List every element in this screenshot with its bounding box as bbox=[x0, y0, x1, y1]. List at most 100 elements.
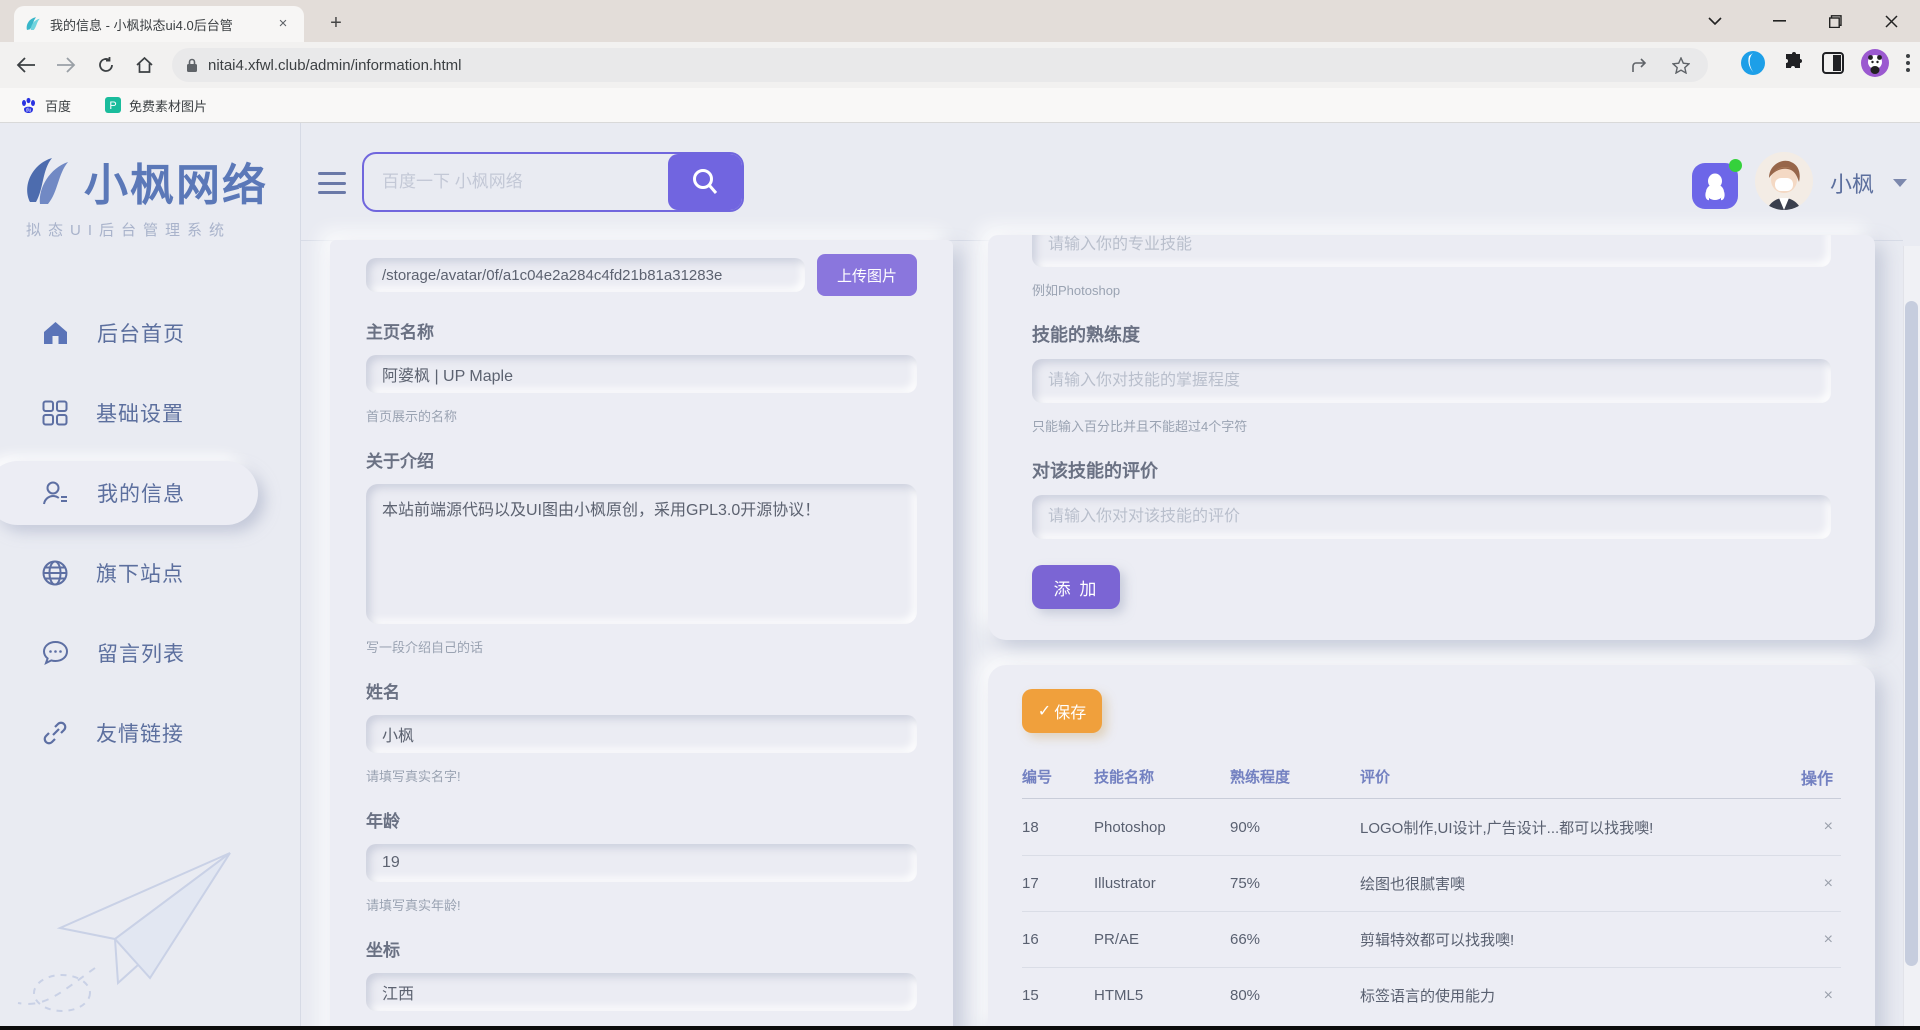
field-help: 请填写真实名字! bbox=[366, 766, 917, 785]
field-help: 首页展示的名称 bbox=[366, 406, 917, 425]
notification-button[interactable] bbox=[1692, 163, 1738, 209]
bookmarks-bar: du 百度 P 免费素材图片 bbox=[0, 88, 1920, 123]
extension-blue-icon[interactable] bbox=[1740, 50, 1766, 76]
about-textarea[interactable]: 本站前端源代码以及UI图由小枫原创，采用GPL3.0开源协议！ bbox=[366, 484, 917, 624]
table-row: 17 Illustrator 75% 绘图也很腻害噢 × bbox=[1022, 855, 1841, 911]
profile-avatar-icon[interactable] bbox=[1861, 49, 1889, 77]
table-header-row: 编号 技能名称 熟练程度 评价 操作 bbox=[1022, 755, 1841, 799]
field-label-location: 坐标 bbox=[366, 936, 917, 961]
field-help: 例如Photoshop bbox=[1032, 280, 1831, 299]
back-button[interactable] bbox=[10, 49, 42, 81]
share-icon[interactable] bbox=[1631, 57, 1650, 74]
logo-leaf-icon bbox=[16, 150, 78, 212]
window-close-button[interactable] bbox=[1868, 0, 1914, 42]
avatar-path-input[interactable] bbox=[366, 258, 805, 292]
browser-tab[interactable]: 我的信息 - 小枫拟态ui4.0后台管 × bbox=[14, 6, 304, 42]
tab-close-icon[interactable]: × bbox=[274, 15, 292, 33]
skill-name-input[interactable] bbox=[1032, 235, 1831, 267]
reader-panel-icon[interactable] bbox=[1822, 52, 1844, 74]
sidebar-item-settings[interactable]: 基础设置 bbox=[0, 373, 300, 453]
caret-down-icon[interactable] bbox=[1893, 179, 1907, 187]
user-icon bbox=[42, 480, 69, 506]
url-text: nitai4.xfwl.club/admin/information.html bbox=[208, 57, 1631, 74]
bookmark-star-icon[interactable] bbox=[1672, 57, 1690, 74]
field-help: 只能输入百分比并且不能超过4个字符 bbox=[1032, 416, 1831, 435]
comment-icon bbox=[42, 640, 69, 666]
home-icon bbox=[42, 320, 69, 346]
upload-image-button[interactable]: 上传图片 bbox=[817, 254, 917, 296]
delete-row-button[interactable]: × bbox=[1771, 875, 1841, 893]
browser-toolbar: nitai4.xfwl.club/admin/information.html bbox=[0, 42, 1920, 88]
field-label-age: 年龄 bbox=[366, 807, 917, 832]
logo-title: 小枫网络 bbox=[84, 149, 268, 213]
skills-table: 编号 技能名称 熟练程度 评价 操作 18 Photoshop 90% LOGO… bbox=[1022, 755, 1841, 1023]
grid-icon bbox=[42, 400, 68, 426]
forward-button[interactable] bbox=[50, 49, 82, 81]
sidebar-divider bbox=[300, 123, 301, 1030]
app-logo[interactable]: 小枫网络 bbox=[16, 149, 268, 213]
browser-menu-dots-icon[interactable] bbox=[1906, 54, 1910, 72]
homepage-name-input[interactable] bbox=[366, 355, 917, 393]
notification-dot bbox=[1729, 159, 1742, 172]
url-bar[interactable]: nitai4.xfwl.club/admin/information.html bbox=[172, 48, 1708, 82]
user-name[interactable]: 小枫 bbox=[1830, 167, 1874, 199]
user-avatar[interactable] bbox=[1755, 152, 1813, 210]
table-row: 16 PR/AE 66% 剪辑特效都可以找我噢! × bbox=[1022, 911, 1841, 967]
add-skill-button[interactable]: 添 加 bbox=[1032, 565, 1120, 609]
search-box bbox=[362, 152, 744, 212]
field-label-skill-comment: 对该技能的评价 bbox=[1032, 457, 1831, 483]
delete-row-button[interactable]: × bbox=[1771, 987, 1841, 1005]
reload-button[interactable] bbox=[90, 49, 122, 81]
bookmark-material[interactable]: P 免费素材图片 bbox=[105, 96, 207, 115]
skill-comment-input[interactable] bbox=[1032, 495, 1831, 539]
window-chevron-button[interactable] bbox=[1692, 0, 1738, 42]
new-tab-button[interactable]: + bbox=[322, 10, 350, 38]
globe-icon bbox=[42, 560, 68, 586]
field-label-homepage-name: 主页名称 bbox=[366, 318, 917, 343]
window-maximize-button[interactable] bbox=[1812, 0, 1858, 42]
sidebar-item-messages[interactable]: 留言列表 bbox=[0, 613, 300, 693]
qq-penguin-icon bbox=[1702, 171, 1728, 201]
sidebar-item-dashboard[interactable]: 后台首页 bbox=[0, 293, 300, 373]
home-button[interactable] bbox=[128, 49, 160, 81]
field-help: 写一段介绍自己的话 bbox=[366, 637, 917, 656]
tab-title: 我的信息 - 小枫拟态ui4.0后台管 bbox=[50, 15, 268, 34]
bookmark-baidu[interactable]: du 百度 bbox=[20, 96, 71, 115]
svg-text:du: du bbox=[26, 107, 32, 113]
window-minimize-button[interactable] bbox=[1756, 0, 1802, 42]
logo-subtitle: 拟态UI后台管理系统 bbox=[26, 219, 231, 240]
sidebar-item-sites[interactable]: 旗下站点 bbox=[0, 533, 300, 613]
delete-row-button[interactable]: × bbox=[1771, 931, 1841, 949]
age-input[interactable] bbox=[366, 844, 917, 882]
table-row: 18 Photoshop 90% LOGO制作,UI设计,广告设计...都可以找… bbox=[1022, 799, 1841, 855]
field-help: 请填写真实年龄! bbox=[366, 895, 917, 914]
table-row: 15 HTML5 80% 标签语言的使用能力 × bbox=[1022, 967, 1841, 1023]
browser-tabstrip: 我的信息 - 小枫拟态ui4.0后台管 × + bbox=[0, 0, 1920, 42]
field-label-skill-level: 技能的熟练度 bbox=[1032, 321, 1831, 347]
menu-toggle-button[interactable] bbox=[318, 172, 346, 194]
paper-plane-decoration bbox=[0, 743, 300, 1030]
scrollbar-thumb[interactable] bbox=[1905, 301, 1918, 966]
bookmark-label: 百度 bbox=[45, 96, 71, 115]
extensions-puzzle-icon[interactable] bbox=[1783, 52, 1805, 74]
skill-form-card: 例如Photoshop 技能的熟练度 只能输入百分比并且不能超过4个字符 对该技… bbox=[988, 235, 1875, 640]
admin-app: 小枫网络 拟态UI后台管理系统 后台首页 基础设置 我的信息 旗下站点 留言列表… bbox=[0, 123, 1920, 1030]
save-button[interactable]: ✓保存 bbox=[1022, 689, 1102, 733]
baidu-paw-icon: du bbox=[20, 97, 37, 114]
site-favicon-icon bbox=[24, 15, 42, 33]
real-name-input[interactable] bbox=[366, 715, 917, 753]
svg-text:P: P bbox=[109, 100, 116, 112]
delete-row-button[interactable]: × bbox=[1771, 818, 1841, 836]
location-input[interactable] bbox=[366, 973, 917, 1011]
search-icon bbox=[690, 167, 720, 197]
profile-card: 上传图片 主页名称 首页展示的名称 关于介绍 本站前端源代码以及UI图由小枫原创… bbox=[330, 240, 953, 1030]
page-scrollbar[interactable] bbox=[1903, 246, 1920, 1030]
search-input[interactable] bbox=[364, 154, 668, 210]
material-site-icon: P bbox=[105, 97, 121, 113]
check-icon: ✓ bbox=[1038, 701, 1051, 721]
search-button[interactable] bbox=[668, 154, 742, 210]
field-label-about: 关于介绍 bbox=[366, 447, 917, 472]
sidebar-item-my-info[interactable]: 我的信息 bbox=[0, 453, 300, 533]
skill-level-input[interactable] bbox=[1032, 359, 1831, 403]
lock-icon bbox=[186, 58, 198, 73]
